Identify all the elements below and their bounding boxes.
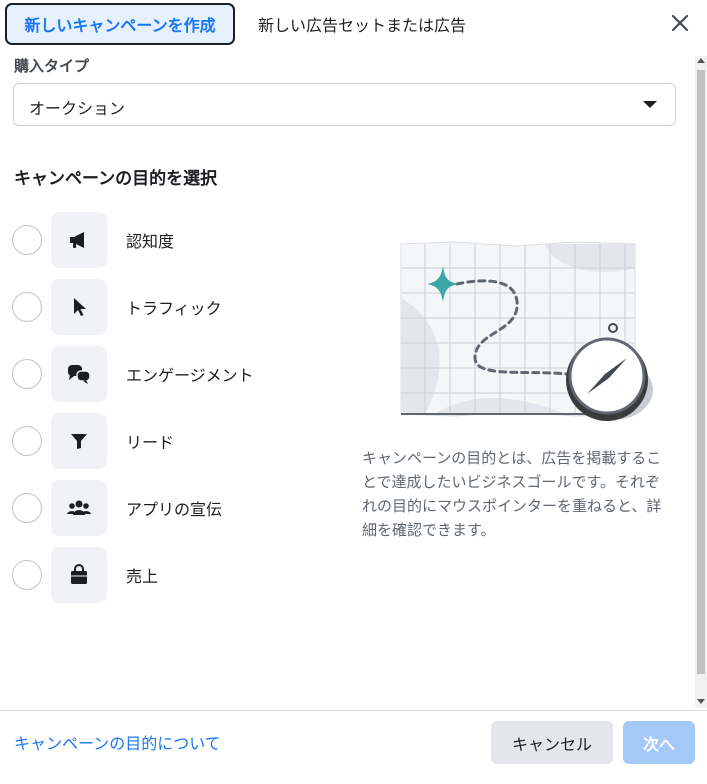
objective-label: アプリの宣伝 xyxy=(126,500,223,519)
close-icon xyxy=(671,14,689,32)
next-button[interactable]: 次へ xyxy=(623,721,695,764)
about-objectives-link[interactable]: キャンペーンの目的について xyxy=(14,730,221,754)
purchase-type-label: 購入タイプ xyxy=(14,57,90,75)
objective-option-leads[interactable]: リード xyxy=(12,413,332,469)
objective-radio[interactable] xyxy=(12,359,42,389)
close-button[interactable] xyxy=(668,11,692,35)
objective-label: リード xyxy=(126,433,175,452)
objective-radio[interactable] xyxy=(12,493,42,523)
objective-option-app-promotion[interactable]: アプリの宣伝 xyxy=(12,480,332,536)
objective-radio[interactable] xyxy=(12,560,42,590)
objective-radio[interactable] xyxy=(12,426,42,456)
tab-new-campaign[interactable]: 新しいキャンペーンを作成 xyxy=(5,3,235,45)
megaphone-icon xyxy=(51,212,107,268)
people-icon xyxy=(51,480,107,536)
objective-radio[interactable] xyxy=(12,292,42,322)
footer-divider xyxy=(0,710,707,711)
objective-option-engagement[interactable]: エンゲージメント xyxy=(12,346,332,402)
objective-label: トラフィック xyxy=(126,299,222,318)
objective-option-traffic[interactable]: トラフィック xyxy=(12,279,332,335)
purchase-type-value: オークション xyxy=(29,99,126,118)
funnel-icon xyxy=(51,413,107,469)
objective-label: 認知度 xyxy=(126,232,175,251)
objective-option-awareness[interactable]: 認知度 xyxy=(12,212,332,268)
purchase-type-select[interactable]: オークション xyxy=(13,83,676,126)
objective-label: エンゲージメント xyxy=(126,366,254,385)
objective-option-sales[interactable]: 売上 xyxy=(12,547,332,603)
map-compass-illustration xyxy=(395,238,657,424)
objective-label: 売上 xyxy=(126,567,159,586)
objective-description: キャンペーンの目的とは、広告を掲載することで達成したいビジネスゴールです。それぞ… xyxy=(362,449,662,539)
chevron-down-icon xyxy=(643,101,657,108)
scroll-up-arrow-icon[interactable] xyxy=(697,58,705,63)
scrollbar[interactable] xyxy=(695,56,707,708)
scroll-down-arrow-icon[interactable] xyxy=(697,699,705,704)
shopping-bag-icon xyxy=(51,547,107,603)
scroll-thumb[interactable] xyxy=(697,70,705,674)
objective-section-title: キャンペーンの目的を選択 xyxy=(14,169,218,189)
chat-bubbles-icon xyxy=(51,346,107,402)
cursor-icon xyxy=(51,279,107,335)
objective-radio[interactable] xyxy=(12,225,42,255)
cancel-button[interactable]: キャンセル xyxy=(491,721,613,764)
tab-new-adset-or-ad[interactable]: 新しい広告セットまたは広告 xyxy=(258,12,466,36)
